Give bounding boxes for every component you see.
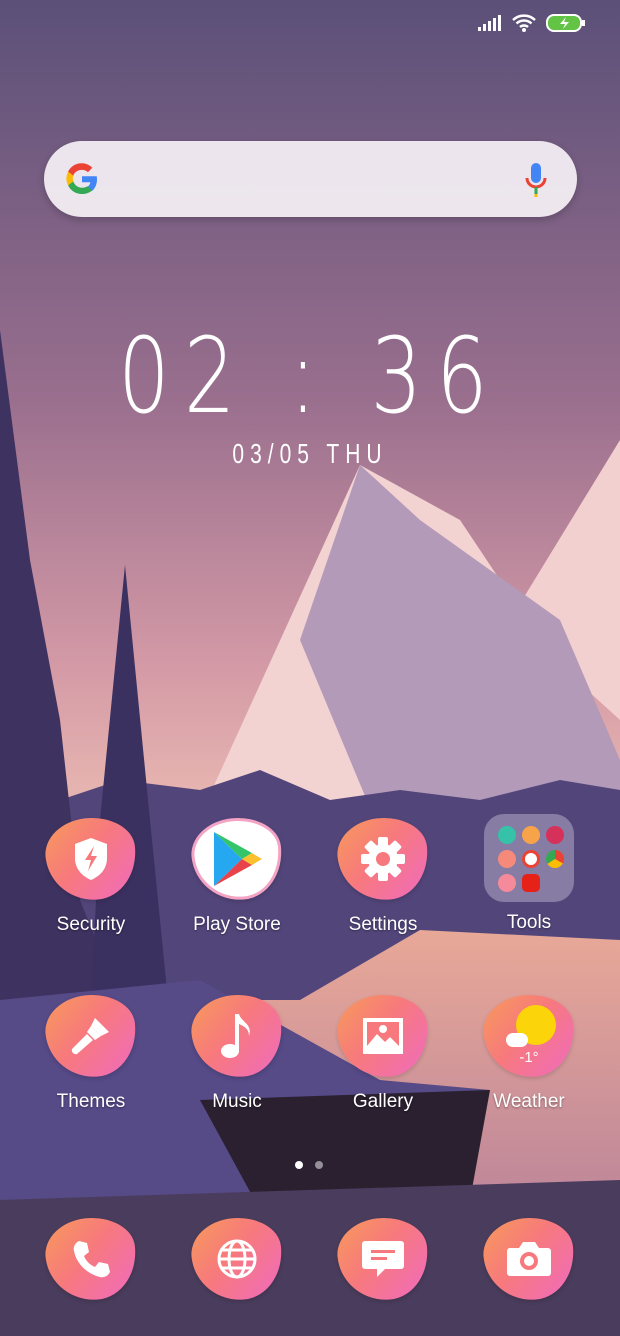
app-gallery[interactable]: Gallery [318,990,448,1113]
mic-icon[interactable] [525,163,547,197]
app-mini-icon [546,826,564,844]
google-logo-icon [66,163,97,195]
clock-time[interactable]: 02 : 36 [68,315,552,437]
app-label: Tools [506,912,552,933]
battery-charging-icon [546,14,585,32]
app-label: Security [56,914,126,935]
page-dot-active[interactable] [295,1161,303,1169]
youtube-icon [522,874,540,892]
globe-icon [217,1239,257,1279]
page-dot[interactable] [315,1161,323,1169]
app-label: Music [212,1091,262,1112]
signal-icon [478,15,501,31]
gear-icon [361,837,405,881]
phone-icon [73,1241,110,1278]
app-label: Play Store [193,914,281,935]
play-store-icon [214,832,262,886]
wifi-icon [512,14,536,32]
dock-camera[interactable] [464,1213,594,1305]
dock-phone[interactable] [26,1213,156,1305]
dock-messages[interactable] [318,1213,448,1305]
app-weather[interactable]: -1° Weather [464,990,594,1113]
status-bar [478,14,586,32]
app-label: Weather [493,1091,565,1112]
message-icon [362,1241,404,1277]
brush-icon [71,1018,109,1055]
chrome-icon [546,850,564,868]
clock-date: 03/05 THU [232,438,388,469]
folder-tools[interactable]: Tools [464,814,594,934]
app-themes[interactable]: Themes [26,990,156,1113]
app-security[interactable]: Security [26,813,156,936]
app-mini-icon [498,850,516,868]
page-indicator[interactable] [295,1161,323,1169]
app-mini-icon [498,826,516,844]
camera-icon [507,1242,551,1276]
image-icon [363,1018,403,1054]
weather-temp: -1° [519,1049,539,1066]
gmail-icon [522,850,540,868]
google-search-bar[interactable] [44,141,577,217]
shield-icon [75,838,107,880]
music-note-icon [221,1014,250,1058]
app-music[interactable]: Music [172,990,302,1113]
app-settings[interactable]: Settings [318,813,448,936]
dock-browser[interactable] [172,1213,302,1305]
app-mini-icon [522,826,540,844]
folder-icon [484,814,574,902]
app-label: Themes [56,1091,126,1112]
app-label: Gallery [352,1091,414,1112]
app-label: Settings [348,914,418,935]
app-play-store[interactable]: Play Store [172,813,302,936]
app-mini-icon [498,874,516,892]
weather-icon: -1° [494,1001,564,1071]
